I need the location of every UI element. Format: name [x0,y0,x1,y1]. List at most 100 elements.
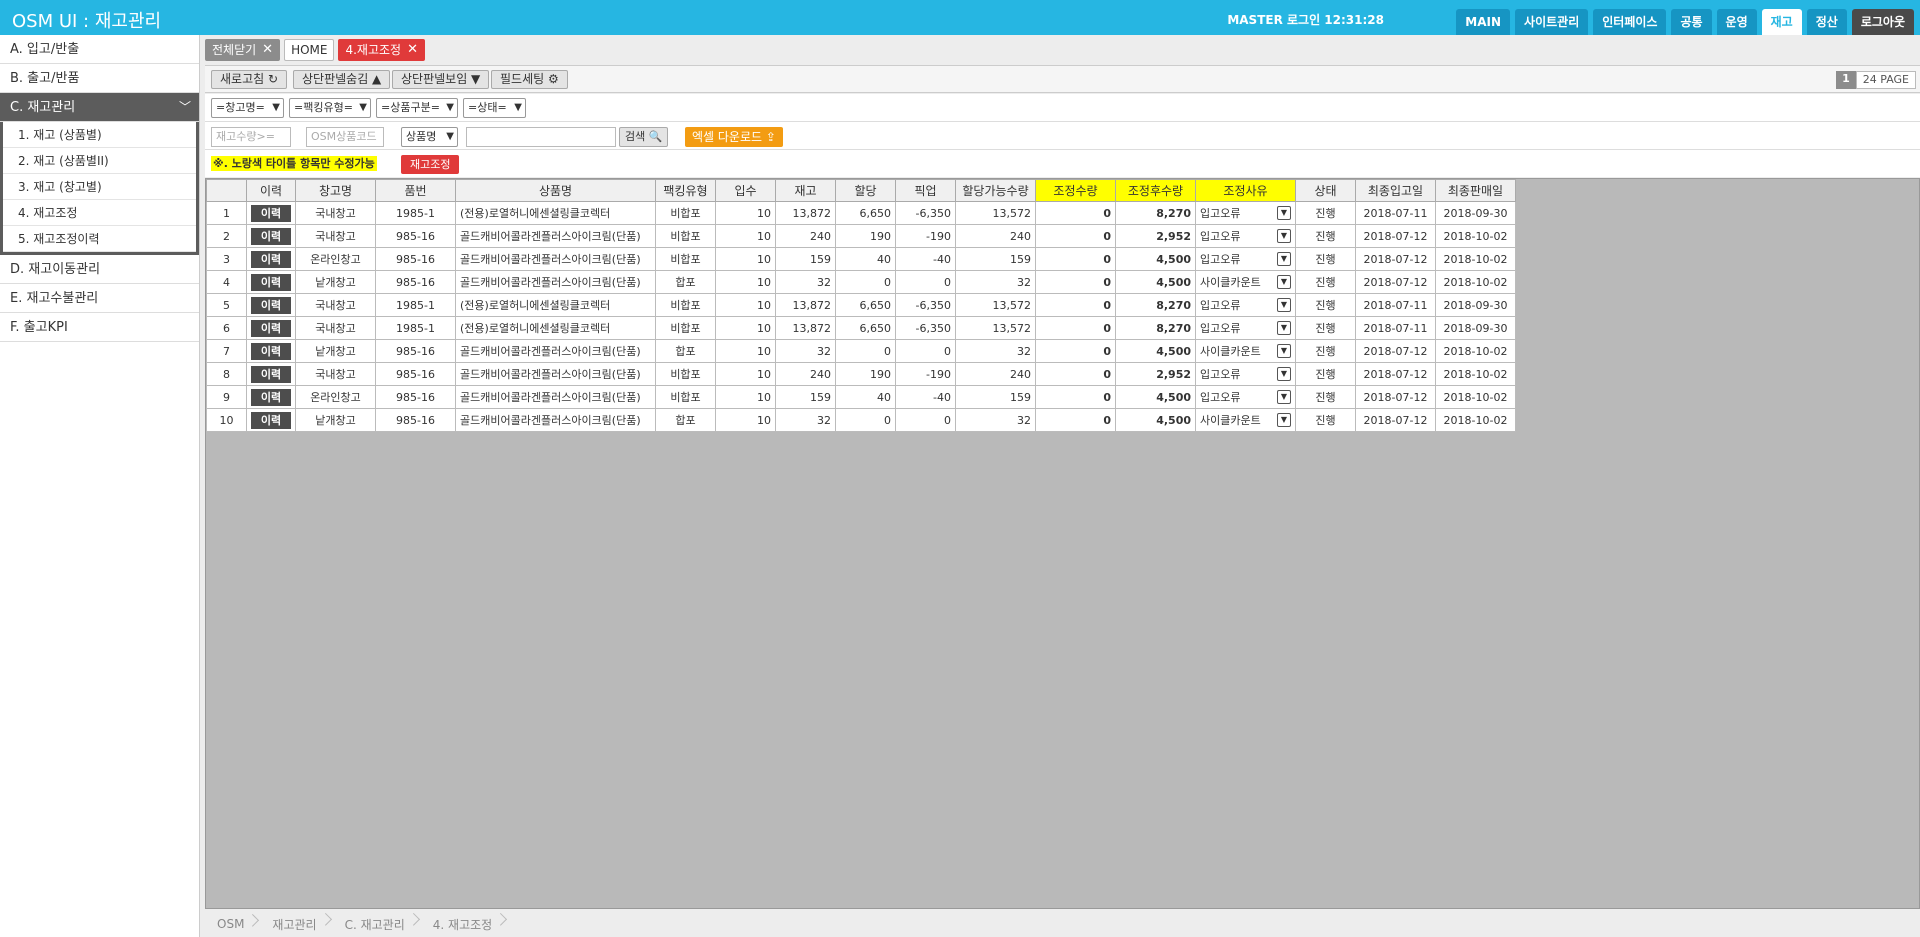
reason-cell[interactable]: 입고오류 ▼ [1195,247,1296,271]
history-button[interactable]: 이력 [251,319,291,337]
reason-cell[interactable]: 입고오류 ▼ [1195,385,1296,409]
logout-button[interactable]: 로그아웃 [1851,9,1914,35]
history-button[interactable]: 이력 [251,273,291,291]
reason-select[interactable]: 입고오류 ▼ [1200,389,1291,405]
table-row[interactable]: 3 이력 온라인창고 985-16 골드캐비어콜라겐플러스아이크림(단품) 비합포 10 15… [206,247,1516,271]
sidebar-item-transfer[interactable]: D. 재고이동관리 [0,255,199,284]
table-row[interactable]: 7 이력 낱개창고 985-16 골드캐비어콜라겐플러스아이크림(단품) 합포 10 32 0 0… [206,339,1516,363]
adj-qty-cell[interactable]: 0 [1035,385,1116,409]
reason-select[interactable]: 입고오류 ▼ [1200,205,1291,221]
adj-qty-cell[interactable]: 0 [1035,408,1116,432]
product-type-select[interactable]: =상품구분= ▼ [376,98,458,118]
tab-stock-adjust[interactable]: 4.재고조정 ✕ [338,39,426,61]
nav-interface[interactable]: 인터페이스 [1593,9,1667,35]
breadcrumb-item[interactable]: C. 재고관리 [333,916,421,933]
dropdown-arrow-icon[interactable]: ▼ [1277,275,1291,289]
reason-select[interactable]: 입고오류 ▼ [1200,228,1291,244]
table-row[interactable]: 1 이력 국내창고 1985-1 (전용)로열허니에센셜링클코렉터 비합포 10 13,872… [206,201,1516,225]
adj-qty-cell[interactable]: 0 [1035,293,1116,317]
reason-select[interactable]: 입고오류 ▼ [1200,366,1291,382]
dropdown-arrow-icon[interactable]: ▼ [1277,413,1291,427]
dropdown-arrow-icon[interactable]: ▼ [1277,252,1291,266]
history-button[interactable]: 이력 [251,342,291,360]
sidebar-item-ledger[interactable]: E. 재고수불관리 [0,284,199,313]
history-button[interactable]: 이력 [251,227,291,245]
history-button[interactable]: 이력 [251,411,291,429]
dropdown-arrow-icon[interactable]: ▼ [1277,206,1291,220]
reason-cell[interactable]: 입고오류 ▼ [1195,316,1296,340]
history-button[interactable]: 이력 [251,250,291,268]
osm-code-input[interactable]: OSM상품코드 [306,127,384,147]
excel-download-button[interactable]: 엑셀 다운로드 ⇪ [685,127,783,147]
table-row[interactable]: 8 이력 국내창고 985-16 골드캐비어콜라겐플러스아이크림(단품) 비합포 10 240… [206,362,1516,386]
breadcrumb-item[interactable]: 재고관리 [260,916,332,933]
dropdown-arrow-icon[interactable]: ▼ [1277,344,1291,358]
field-setting-button[interactable]: 필드세팅 ⚙ [491,70,568,89]
sidebar-item-outbound[interactable]: B. 출고/반품 [0,64,199,93]
table-row[interactable]: 6 이력 국내창고 1985-1 (전용)로열허니에센셜링클코렉터 비합포 10 13,872… [206,316,1516,340]
nav-site-admin[interactable]: 사이트관리 [1515,9,1589,35]
stock-qty-input[interactable]: 재고수량>= [211,127,291,147]
table-row[interactable]: 10 이력 낱개창고 985-16 골드캐비어콜라겐플러스아이크림(단품) 합포 10 32 0… [206,408,1516,432]
adj-qty-cell[interactable]: 0 [1035,362,1116,386]
reason-select[interactable]: 사이클카운트 ▼ [1200,274,1291,290]
table-row[interactable]: 9 이력 온라인창고 985-16 골드캐비어콜라겐플러스아이크림(단품) 비합포 10 15… [206,385,1516,409]
history-button[interactable]: 이력 [251,388,291,406]
page-current[interactable]: 1 [1836,71,1856,89]
packing-select[interactable]: =팩킹유형= ▼ [289,98,371,118]
reason-cell[interactable]: 사이클카운트 ▼ [1195,408,1296,432]
nav-main[interactable]: MAIN [1456,9,1511,35]
adj-qty-cell[interactable]: 0 [1035,270,1116,294]
close-icon[interactable]: ✕ [407,39,418,61]
search-field-select[interactable]: 상품명 ▼ [401,127,458,147]
search-input[interactable] [466,127,616,147]
history-button[interactable]: 이력 [251,296,291,314]
status-select[interactable]: =상태= ▼ [463,98,526,118]
dropdown-arrow-icon[interactable]: ▼ [1277,321,1291,335]
submenu-stock-by-product[interactable]: 1. 재고 (상품별) [3,122,196,148]
nav-operation[interactable]: 운영 [1716,9,1757,35]
nav-common[interactable]: 공통 [1671,9,1712,35]
submenu-stock-adjust[interactable]: 4. 재고조정 [3,200,196,226]
reason-cell[interactable]: 사이클카운트 ▼ [1195,270,1296,294]
dropdown-arrow-icon[interactable]: ▼ [1277,390,1291,404]
reason-select[interactable]: 사이클카운트 ▼ [1200,343,1291,359]
adj-qty-cell[interactable]: 0 [1035,201,1116,225]
reason-cell[interactable]: 입고오류 ▼ [1195,201,1296,225]
sidebar-item-inbound[interactable]: A. 입고/반출 [0,35,199,64]
adj-qty-cell[interactable]: 0 [1035,339,1116,363]
search-button[interactable]: 검색 🔍 [619,127,669,147]
nav-settlement[interactable]: 정산 [1806,9,1847,35]
adj-qty-cell[interactable]: 0 [1035,316,1116,340]
dropdown-arrow-icon[interactable]: ▼ [1277,367,1291,381]
dropdown-arrow-icon[interactable]: ▼ [1277,229,1291,243]
sidebar-item-kpi[interactable]: F. 출고KPI [0,313,199,342]
close-icon[interactable]: ✕ [262,39,273,61]
reason-select[interactable]: 입고오류 ▼ [1200,251,1291,267]
reason-select[interactable]: 사이클카운트 ▼ [1200,412,1291,428]
reason-cell[interactable]: 입고오류 ▼ [1195,362,1296,386]
table-row[interactable]: 5 이력 국내창고 1985-1 (전용)로열허니에센셜링클코렉터 비합포 10 13,872… [206,293,1516,317]
reason-cell[interactable]: 입고오류 ▼ [1195,224,1296,248]
refresh-button[interactable]: 새로고침 ↻ [211,70,288,89]
adj-qty-cell[interactable]: 0 [1035,247,1116,271]
submenu-adjust-history[interactable]: 5. 재고조정이력 [3,226,196,252]
tab-home[interactable]: HOME [284,39,335,61]
submenu-stock-by-product-2[interactable]: 2. 재고 (상품별II) [3,148,196,174]
dropdown-arrow-icon[interactable]: ▼ [1277,298,1291,312]
warehouse-select[interactable]: =창고명= ▼ [211,98,284,118]
history-button[interactable]: 이력 [251,365,291,383]
breadcrumb-item[interactable]: 4. 재고조정 [421,916,508,933]
history-button[interactable]: 이력 [251,204,291,222]
adj-qty-cell[interactable]: 0 [1035,224,1116,248]
stock-adjust-button[interactable]: 재고조정 [401,155,460,174]
submenu-stock-by-warehouse[interactable]: 3. 재고 (창고별) [3,174,196,200]
nav-inventory[interactable]: 재고 [1761,9,1802,35]
reason-cell[interactable]: 입고오류 ▼ [1195,293,1296,317]
table-row[interactable]: 2 이력 국내창고 985-16 골드캐비어콜라겐플러스아이크림(단품) 비합포 10 240… [206,224,1516,248]
breadcrumb-item[interactable]: OSM [205,917,260,931]
reason-select[interactable]: 입고오류 ▼ [1200,297,1291,313]
show-panel-button[interactable]: 상단판넬보임 ▼ [392,70,490,89]
tab-close-all[interactable]: 전체닫기 ✕ [205,39,281,61]
hide-panel-button[interactable]: 상단판넬숨김 ▲ [293,70,391,89]
